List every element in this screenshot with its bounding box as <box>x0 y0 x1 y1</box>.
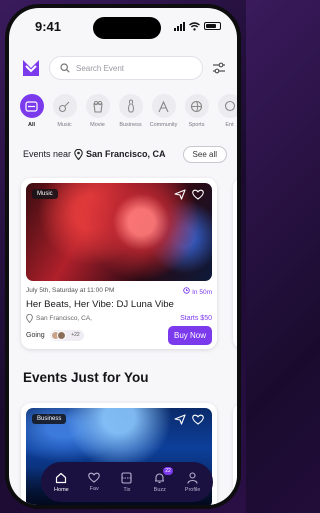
category-label: All <box>27 122 36 128</box>
category-label: Movie <box>90 122 105 128</box>
status-icons <box>174 21 221 31</box>
tab-home[interactable]: Home <box>46 472 76 493</box>
share-icon[interactable] <box>174 414 186 425</box>
home-icon <box>56 472 67 483</box>
events-near-header: Events near San Francisco, CA See all <box>23 145 227 163</box>
going-indicator: Going +22 <box>26 330 84 341</box>
entertainment-icon <box>217 94 237 118</box>
category-label: Sports <box>188 122 205 128</box>
battery-icon <box>204 22 221 30</box>
tab-buzz[interactable]: 22 Buzz <box>145 466 175 493</box>
event-category-tag: Business <box>32 414 67 424</box>
event-card-peek[interactable]: J B <box>233 178 237 349</box>
wifi-icon <box>189 21 200 31</box>
clock-icon <box>183 287 191 294</box>
event-card[interactable]: Music July 5th, Saturday at 11:00 PM In … <box>21 178 217 349</box>
events-near-city[interactable]: San Francisco, CA <box>86 149 166 159</box>
heart-icon <box>88 472 101 483</box>
event-title: Her Beats, Her Vibe: DJ Luna Vibe <box>26 299 174 310</box>
category-all[interactable]: All <box>19 94 44 134</box>
status-time: 9:41 <box>35 18 62 34</box>
event-countdown-text: In 50m <box>192 289 212 296</box>
event-category-tag: Music <box>32 189 58 199</box>
location-pin-icon <box>26 314 33 323</box>
bottom-tab-bar: Home Fav Tix 22 Buzz Profile <box>41 462 213 502</box>
event-actions <box>174 189 204 200</box>
event-date: July 5th, Saturday at 11:00 PM <box>26 287 115 294</box>
tab-label: Fav <box>89 486 99 492</box>
category-community[interactable]: Community <box>149 94 178 134</box>
events-near-title: Events near San Francisco, CA <box>23 148 166 160</box>
search-icon <box>60 63 70 73</box>
category-sports[interactable]: Sports <box>184 94 209 134</box>
event-location-row: San Francisco, CA, Starts $50 <box>26 314 212 323</box>
top-bar: Search Event <box>21 56 227 80</box>
heart-icon[interactable] <box>192 414 204 425</box>
guitar-icon <box>52 94 77 118</box>
share-icon[interactable] <box>174 189 186 200</box>
going-label: Going <box>26 332 45 339</box>
bowling-pin-icon <box>118 94 143 118</box>
notification-badge: 22 <box>163 466 173 475</box>
tab-label: Buzz <box>153 486 166 493</box>
popcorn-icon <box>85 94 110 118</box>
category-label: Community <box>149 122 178 128</box>
events-near-prefix: Events near <box>23 149 72 159</box>
event-location: San Francisco, CA, <box>26 314 92 323</box>
filter-icon[interactable] <box>211 60 227 76</box>
ticket-icon <box>121 471 133 484</box>
event-meta: July 5th, Saturday at 11:00 PM In 50m <box>26 287 212 296</box>
app-logo-icon <box>23 60 39 76</box>
phone-frame: 9:41 Search Event All Music Movie Busine… <box>5 4 241 509</box>
heart-icon[interactable] <box>192 189 204 200</box>
community-icon <box>151 94 176 118</box>
tab-label: Home <box>54 486 69 493</box>
attendee-avatars: +22 <box>49 330 84 341</box>
category-list: All Music Movie Business Community Sport… <box>19 94 237 134</box>
event-price: Starts $50 <box>180 315 212 322</box>
app-screen: 9:41 Search Event All Music Movie Busine… <box>9 8 237 505</box>
ball-icon <box>184 94 209 118</box>
event-countdown: In 50m <box>183 287 212 296</box>
tab-fav[interactable]: Fav <box>79 472 109 492</box>
location-pin-icon <box>74 148 83 160</box>
see-all-button[interactable]: See all <box>182 145 227 163</box>
category-movie[interactable]: Movie <box>85 94 110 134</box>
section-title: Events Just for You <box>23 370 149 385</box>
event-location-text: San Francisco, CA, <box>36 315 92 322</box>
event-image: Music <box>26 183 212 281</box>
category-entertainment[interactable]: Ent <box>217 94 237 134</box>
event-bottom-row: Going +22 Buy Now <box>26 326 212 345</box>
event-actions <box>174 414 204 425</box>
buy-now-button[interactable]: Buy Now <box>167 326 212 345</box>
tab-label: Tix <box>123 486 131 493</box>
category-label: Ent <box>225 122 234 128</box>
category-label: Music <box>57 122 72 128</box>
profile-icon <box>187 471 198 484</box>
category-business[interactable]: Business <box>118 94 143 134</box>
event-card-peek[interactable] <box>233 403 237 505</box>
avatar <box>56 331 66 340</box>
dynamic-island <box>93 17 161 39</box>
tab-label: Profile <box>184 486 201 493</box>
category-music[interactable]: Music <box>52 94 77 134</box>
tab-tix[interactable]: Tix <box>112 471 142 493</box>
search-input[interactable]: Search Event <box>49 56 203 80</box>
search-placeholder: Search Event <box>76 63 125 73</box>
going-count: +22 <box>71 332 80 338</box>
signal-icon <box>174 21 185 31</box>
category-label: Business <box>119 122 142 128</box>
tab-profile[interactable]: Profile <box>178 471 208 493</box>
ticket-icon <box>19 94 44 118</box>
